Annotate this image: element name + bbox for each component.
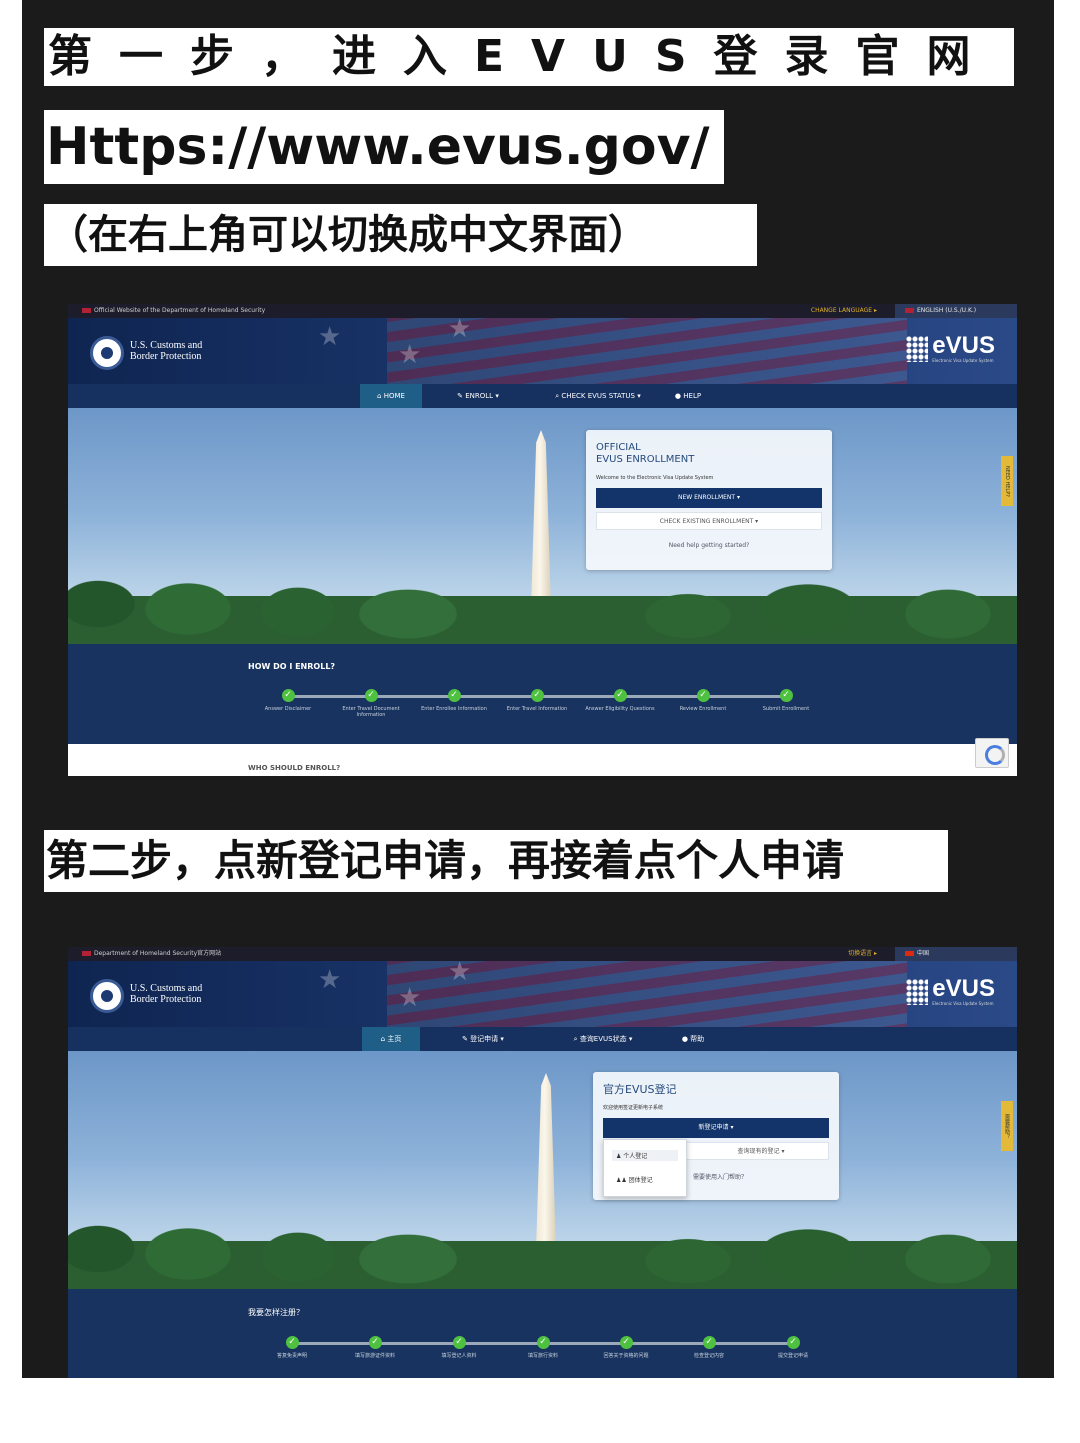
site-header: ★ ★ ★ U.S. Customs and Border Protection…	[68, 961, 1017, 1027]
help-link[interactable]: Need help getting started?	[596, 542, 822, 549]
star-icon: ★	[448, 318, 472, 344]
note-caption: （在右上角可以切换成中文界面）	[44, 204, 757, 266]
how-to-enroll-title: 我要怎样注册？	[248, 1308, 304, 1317]
official-site-bar: Department of Homeland Security官方网站 切换语言…	[68, 947, 1017, 961]
panel-welcome: Welcome to the Electronic Visa Update Sy…	[596, 475, 714, 481]
screenshot-chinese: Department of Homeland Security官方网站 切换语言…	[68, 947, 1017, 1378]
check-icon: ✓	[281, 689, 295, 702]
nav-home[interactable]: ⌂ 主页	[362, 1027, 420, 1051]
main-nav: ⌂ HOME ✎ ENROLL ▾ ⌕ CHECK EVUS STATUS ▾ …	[68, 384, 1017, 408]
how-to-enroll-title: HOW DO I ENROLL?	[248, 662, 336, 671]
cbp-logo-text[interactable]: U.S. Customs and Border Protection	[130, 983, 202, 1005]
star-icon: ★	[448, 961, 472, 987]
evus-fingerprint-icon	[906, 336, 929, 362]
step-item: ✓ Enter Enrollee Information	[421, 689, 487, 712]
check-icon: ✓	[536, 1336, 550, 1349]
nav-enroll[interactable]: ✎ 登记申请 ▾	[448, 1027, 518, 1051]
star-icon: ★	[318, 322, 342, 352]
tree-line-image	[68, 564, 1017, 644]
check-icon: ✓	[696, 689, 710, 702]
step-item: ✓ 填写旅行资料	[527, 1336, 558, 1359]
step-item: ✓ Enter Travel Information	[506, 689, 568, 712]
check-icon: ✓	[452, 1336, 466, 1349]
nav-enroll[interactable]: ✎ ENROLL ▾	[443, 384, 513, 408]
step-item: ✓ 填写旅游证件资料	[354, 1336, 395, 1359]
evus-logo[interactable]: eVUS Electronic Visa Update System	[906, 975, 995, 1006]
dhs-seal-icon	[90, 979, 124, 1013]
need-help-tab[interactable]: 需要帮助？	[1001, 1101, 1013, 1151]
panel-title: OFFICIAL EVUS ENROLLMENT	[596, 442, 695, 465]
cbp-logo-text[interactable]: U.S. Customs and Border Protection	[130, 340, 202, 362]
step-item: ✓ 提交登记申请	[777, 1336, 808, 1359]
step-item: ✓ Answer Disclaimer	[264, 689, 312, 712]
step-item: ✓ 填写登记人资料	[441, 1336, 477, 1359]
dhs-seal-icon	[90, 336, 124, 370]
nav-check-status[interactable]: ⌕ 查询EVUS状态 ▾	[558, 1027, 648, 1051]
official-site-bar: Official Website of the Department of Ho…	[68, 304, 1017, 318]
recaptcha-icon[interactable]	[975, 738, 1009, 768]
tree-line-image	[68, 1209, 1017, 1289]
hero-image: 官方EVUS登记 欢迎使用签证更新电子系统 新登记申请 ▾ 查询现有的登记 ▾ …	[68, 1051, 1017, 1289]
step-item: ✓ 检查登记内容	[693, 1336, 724, 1359]
change-language-link[interactable]: CHANGE LANGUAGE ▸	[811, 304, 877, 318]
language-selector[interactable]: ENGLISH (U.S./U.K.)	[895, 304, 1017, 318]
new-enrollment-button[interactable]: NEW ENROLLMENT ▾	[596, 488, 822, 508]
check-icon: ✓	[364, 689, 378, 702]
individual-enrollment-option[interactable]: ♟ 个人登记	[612, 1150, 678, 1161]
step1-caption: 第一步，进入EVUS登录官网	[44, 28, 1014, 86]
url-caption: Https://www.evus.gov/	[44, 110, 724, 184]
main-nav: ⌂ 主页 ✎ 登记申请 ▾ ⌕ 查询EVUS状态 ▾ ● 帮助	[68, 1027, 1017, 1051]
enrollment-panel: OFFICIAL EVUS ENROLLMENT Welcome to the …	[586, 430, 832, 570]
check-icon: ✓	[285, 1336, 299, 1349]
check-icon: ✓	[530, 689, 544, 702]
evus-fingerprint-icon	[906, 979, 929, 1005]
help-link[interactable]: 需要使用入门帮助？	[693, 1172, 813, 1181]
who-should-enroll-title: WHO SHOULD ENROLL?	[248, 764, 341, 772]
official-site-text: Department of Homeland Security官方网站	[94, 950, 222, 957]
uk-flag-icon	[905, 308, 914, 313]
step-item: ✓ 回答关于资格的问题	[603, 1336, 649, 1359]
check-icon: ✓	[613, 689, 627, 702]
change-language-link[interactable]: 切换语言 ▸	[848, 947, 877, 961]
official-site-text: Official Website of the Department of Ho…	[94, 307, 266, 314]
language-selector[interactable]: 中国	[895, 947, 1017, 961]
nav-check-status[interactable]: ⌕ CHECK EVUS STATUS ▾	[538, 384, 658, 408]
need-help-tab[interactable]: NEED HELP?	[1001, 456, 1013, 506]
us-flag-icon	[82, 951, 91, 956]
china-flag-icon	[905, 951, 914, 956]
check-icon: ✓	[368, 1336, 382, 1349]
step-item: ✓ Review Enrollment	[679, 689, 727, 712]
step-item: ✓ Enter Travel Document Information	[342, 689, 400, 718]
us-flag-icon	[82, 308, 91, 313]
check-icon: ✓	[447, 689, 461, 702]
star-icon: ★	[318, 965, 342, 995]
check-icon: ✓	[786, 1336, 800, 1349]
how-to-enroll-section: 我要怎样注册？ ✓ 答复免责声明 ✓ 填写旅游证件资料 ✓ 填写登记人资料 ✓ 填写旅行…	[68, 1289, 1017, 1378]
how-to-enroll-section: HOW DO I ENROLL? ✓ Answer Disclaimer ✓ Ent…	[68, 644, 1017, 744]
screenshot-english: Official Website of the Department of Ho…	[68, 304, 1017, 776]
evus-logo[interactable]: eVUS Electronic Visa Update System	[906, 332, 995, 363]
group-enrollment-option[interactable]: ♟♟ 团体登记	[612, 1174, 657, 1185]
nav-home[interactable]: ⌂ HOME	[360, 384, 422, 408]
panel-title: 官方EVUS登记	[603, 1083, 677, 1096]
check-icon: ✓	[702, 1336, 716, 1349]
step2-caption: 第二步，点新登记申请，再接着点个人申请	[44, 830, 948, 892]
site-header: ★ ★ ★ U.S. Customs and Border Protection…	[68, 318, 1017, 384]
step-item: ✓ 答复免责声明	[276, 1336, 307, 1359]
enrollment-type-dropdown: ♟ 个人登记 ♟♟ 团体登记	[603, 1139, 687, 1197]
step-item: ✓ Submit Enrollment	[762, 689, 810, 712]
star-icon: ★	[398, 983, 422, 1013]
step-item: ✓ Answer Eligibility Questions	[585, 689, 655, 712]
panel-welcome: 欢迎使用签证更新电子系统	[603, 1105, 664, 1111]
check-icon: ✓	[779, 689, 793, 702]
nav-help[interactable]: ● HELP	[668, 384, 708, 408]
star-icon: ★	[398, 340, 422, 370]
hero-image: OFFICIAL EVUS ENROLLMENT Welcome to the …	[68, 408, 1017, 644]
new-enrollment-button[interactable]: 新登记申请 ▾	[603, 1118, 829, 1138]
check-icon: ✓	[619, 1336, 633, 1349]
nav-help[interactable]: ● 帮助	[673, 1027, 713, 1051]
check-existing-enrollment-button[interactable]: CHECK EXISTING ENROLLMENT ▾	[596, 512, 822, 530]
